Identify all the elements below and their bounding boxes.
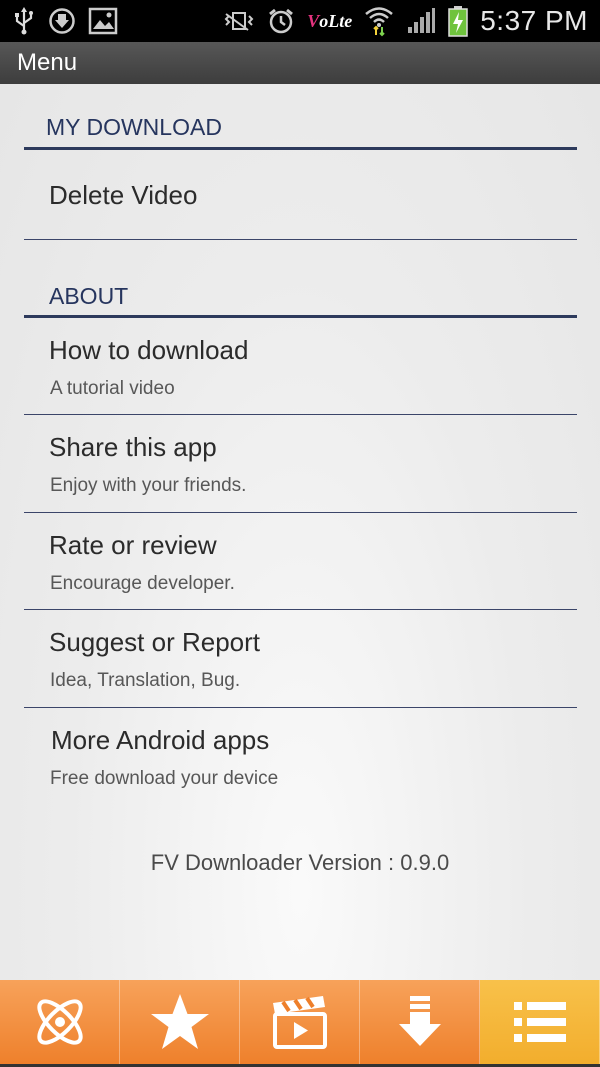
- menu-item-title: How to download: [49, 335, 249, 365]
- menu-item-subtitle: Enjoy with your friends.: [50, 475, 247, 496]
- status-time: 5:37 PM: [480, 5, 588, 36]
- menu-item-delete-video[interactable]: Delete Video: [24, 150, 577, 240]
- version-label: FV Downloader Version : 0.9.0: [150, 850, 450, 875]
- star-icon: [149, 992, 211, 1056]
- clapperboard-icon: [271, 994, 329, 1054]
- usb-icon: [12, 6, 36, 36]
- alarm-icon: [267, 7, 295, 35]
- tab-downloads[interactable]: [360, 980, 480, 1067]
- volte-icon: VoLte: [307, 11, 352, 32]
- menu-item-subtitle: A tutorial video: [50, 378, 175, 399]
- volte-label: oLte: [319, 10, 353, 31]
- menu-content: MY DOWNLOAD Delete Video ABOUT How to do…: [0, 84, 600, 980]
- menu-item-title: Delete Video: [49, 180, 198, 210]
- menu-item-rate-review[interactable]: Rate or review Encourage developer.: [24, 513, 577, 610]
- status-bar-right: VoLte 5:37 PM: [223, 5, 588, 37]
- menu-item-more-apps[interactable]: More Android apps Free download your dev…: [24, 708, 577, 804]
- menu-item-subtitle: Idea, Translation, Bug.: [50, 670, 241, 691]
- tab-menu[interactable]: [480, 980, 600, 1067]
- atom-icon: [29, 991, 91, 1057]
- download-notification-icon: [48, 7, 76, 35]
- image-notification-icon: [88, 7, 118, 35]
- signal-icon: [406, 7, 436, 35]
- page-title: Menu: [17, 49, 78, 76]
- bottom-tab-bar: [0, 980, 600, 1067]
- status-bar: VoLte 5:37 PM: [0, 0, 600, 42]
- tab-videos[interactable]: [240, 980, 360, 1067]
- menu-item-subtitle: Free download your device: [50, 768, 279, 789]
- menu-item-title: Rate or review: [49, 530, 217, 560]
- section-header-my-download: MY DOWNLOAD: [24, 108, 577, 150]
- battery-charging-icon: [448, 5, 468, 37]
- menu-item-title: Share this app: [49, 432, 217, 462]
- menu-list-icon: [512, 999, 568, 1049]
- menu-item-subtitle: Encourage developer.: [50, 573, 235, 594]
- title-bar: Menu: [0, 42, 600, 84]
- wifi-icon: [364, 5, 394, 37]
- status-bar-left: [12, 6, 118, 36]
- menu-item-title: Suggest or Report: [49, 627, 261, 657]
- download-arrow-icon: [396, 994, 444, 1054]
- section-header-label: ABOUT: [49, 283, 129, 309]
- section-header-label: MY DOWNLOAD: [46, 114, 222, 140]
- menu-item-share-app[interactable]: Share this app Enjoy with your friends.: [24, 415, 577, 513]
- menu-item-how-to-download[interactable]: How to download A tutorial video: [24, 318, 577, 415]
- menu-item-suggest-report[interactable]: Suggest or Report Idea, Translation, Bug…: [24, 610, 577, 708]
- volte-v-label: V: [307, 10, 320, 31]
- tab-atom[interactable]: [0, 980, 120, 1067]
- tab-favorites[interactable]: [120, 980, 240, 1067]
- section-header-about: ABOUT: [24, 280, 577, 318]
- menu-item-title: More Android apps: [51, 725, 270, 755]
- vibrate-icon: [223, 8, 255, 34]
